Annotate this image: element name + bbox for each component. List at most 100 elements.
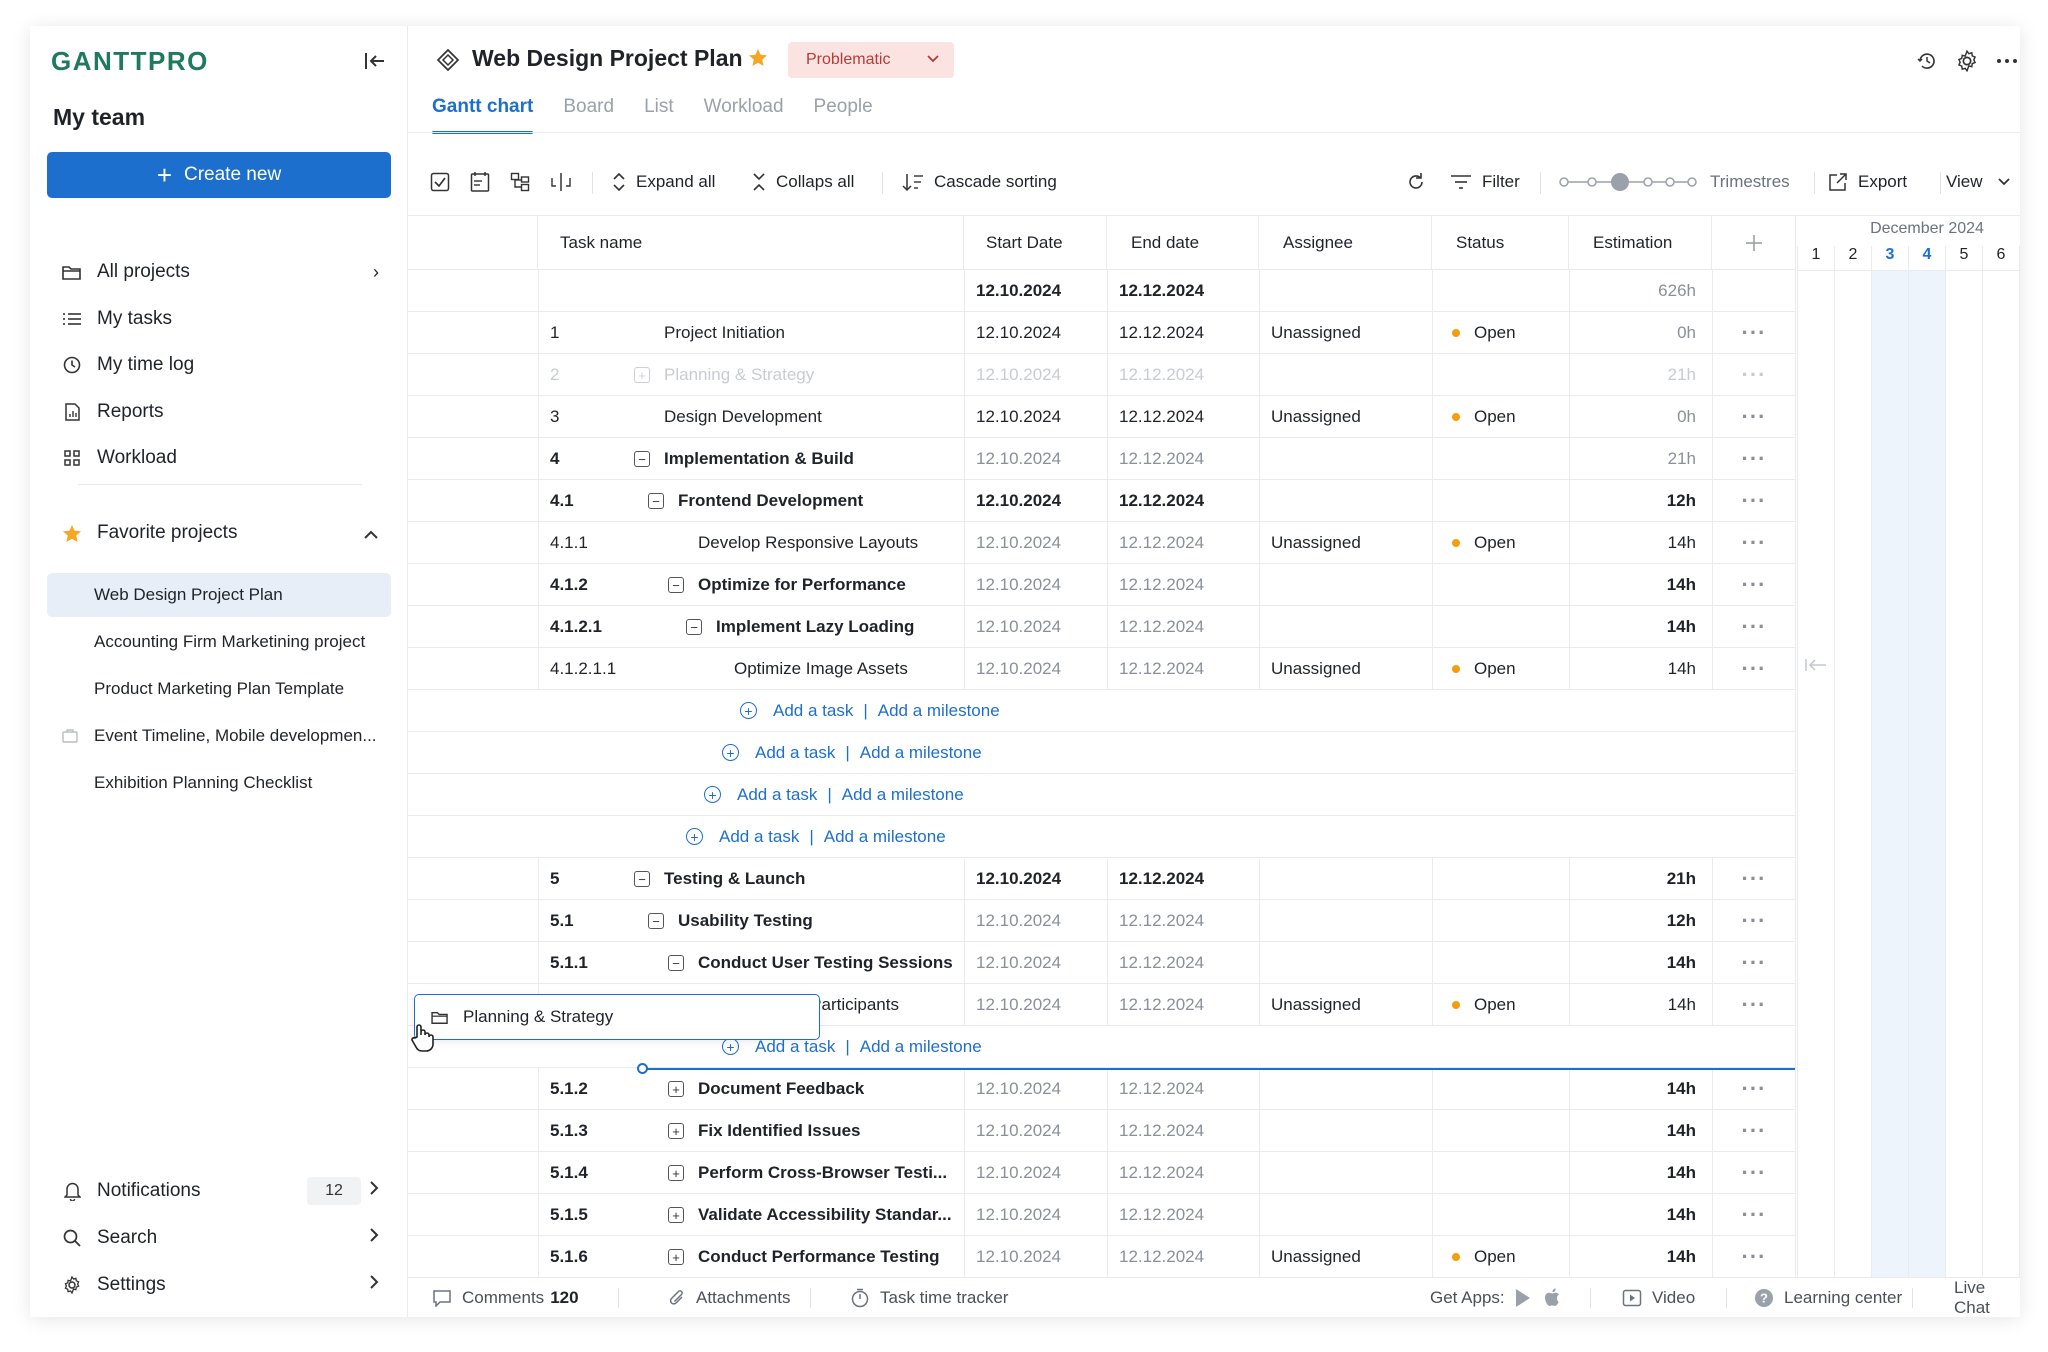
- task-name-cell[interactable]: − Frontend Development: [648, 480, 964, 522]
- learning-center-button[interactable]: ? Learning center: [1754, 1278, 1902, 1317]
- task-row[interactable]: 4− Implementation & Build 12.10.2024 12.12.…: [408, 438, 1795, 480]
- task-assignee[interactable]: [1259, 1152, 1432, 1194]
- add-circle-icon[interactable]: +: [722, 744, 739, 761]
- row-more-menu-icon[interactable]: ···: [1712, 354, 1795, 396]
- task-assignee[interactable]: Unassigned: [1259, 312, 1432, 354]
- add-circle-icon[interactable]: +: [722, 1038, 739, 1055]
- row-more-menu-icon[interactable]: ···: [1712, 522, 1795, 564]
- row-more-menu-icon[interactable]: ···: [1712, 564, 1795, 606]
- favorite-project-item[interactable]: Accounting Firm Marketining project: [47, 620, 391, 664]
- row-more-menu-icon[interactable]: ···: [1712, 312, 1795, 354]
- row-more-menu-icon[interactable]: ···: [1712, 648, 1795, 690]
- task-name-cell[interactable]: − Implement Lazy Loading: [686, 606, 964, 648]
- row-more-menu-icon[interactable]: ···: [1712, 858, 1795, 900]
- task-row[interactable]: 4.1.1 Develop Responsive Layouts 12.10.202…: [408, 522, 1795, 564]
- collapse-icon[interactable]: −: [648, 913, 664, 929]
- collapse-icon[interactable]: −: [634, 451, 650, 467]
- refresh-button[interactable]: [1406, 164, 1436, 200]
- row-more-menu-icon[interactable]: ···: [1712, 396, 1795, 438]
- apple-icon[interactable]: [1544, 1278, 1572, 1317]
- task-assignee[interactable]: [1259, 564, 1432, 606]
- task-name-cell[interactable]: Design Development: [634, 396, 964, 438]
- row-more-menu-icon[interactable]: ···: [1712, 900, 1795, 942]
- task-assignee[interactable]: Unassigned: [1259, 984, 1432, 1026]
- sidebar-item-reports[interactable]: Reports: [47, 391, 391, 433]
- collapse-icon[interactable]: −: [648, 493, 664, 509]
- expand-all-button[interactable]: Expand all: [612, 164, 715, 200]
- task-row[interactable]: 2 + Planning & Strategy 12.10.2024 12.12.202…: [408, 354, 1795, 396]
- google-play-icon[interactable]: [1514, 1278, 1542, 1317]
- task-status[interactable]: Open: [1452, 522, 1569, 564]
- view-dropdown[interactable]: View: [1946, 164, 2011, 200]
- expand-icon[interactable]: +: [668, 1207, 684, 1223]
- favorite-projects-toggle[interactable]: Favorite projects: [47, 513, 391, 553]
- task-status[interactable]: Open: [1452, 1236, 1569, 1278]
- favorite-project-item[interactable]: Exhibition Planning Checklist: [47, 761, 391, 805]
- task-row[interactable]: 1 Project Initiation 12.10.2024 12.12.2024 U…: [408, 312, 1795, 354]
- task-name-cell[interactable]: − Conduct User Testing Sessions: [668, 942, 964, 984]
- task-assignee[interactable]: Unassigned: [1259, 1236, 1432, 1278]
- task-row[interactable]: 5.1− Usability Testing 12.10.2024 12.12.202…: [408, 900, 1795, 942]
- sidebar-item-search[interactable]: Search: [47, 1217, 391, 1259]
- task-assignee[interactable]: [1259, 480, 1432, 522]
- task-row[interactable]: 5.1.6 + Conduct Performance Testing 12.10.2…: [408, 1236, 1795, 1278]
- cascade-sorting-button[interactable]: Cascade sorting: [902, 164, 1057, 200]
- task-name-cell[interactable]: Project Initiation: [634, 312, 964, 354]
- sidebar-item-notifications[interactable]: Notifications 12: [47, 1170, 391, 1212]
- export-button[interactable]: Export: [1828, 164, 1907, 200]
- add-milestone-link[interactable]: Add a milestone: [842, 785, 964, 805]
- add-circle-icon[interactable]: +: [686, 828, 703, 845]
- sidebar-item-my-tasks[interactable]: My tasks: [47, 298, 391, 340]
- collapse-icon[interactable]: −: [686, 619, 702, 635]
- add-milestone-link[interactable]: Add a milestone: [860, 743, 982, 763]
- collapse-sidebar-button[interactable]: [360, 46, 390, 76]
- row-more-menu-icon[interactable]: ···: [1712, 480, 1795, 522]
- sidebar-item-all-projects[interactable]: All projects ›: [47, 251, 391, 293]
- collapse-icon[interactable]: −: [668, 955, 684, 971]
- task-assignee[interactable]: [1259, 606, 1432, 648]
- task-assignee[interactable]: Unassigned: [1259, 396, 1432, 438]
- attachments-button[interactable]: Attachments: [668, 1278, 791, 1317]
- add-task-link[interactable]: Add a task: [755, 743, 835, 763]
- favorite-project-item[interactable]: Event Timeline, Mobile developmen...: [47, 714, 391, 758]
- row-more-menu-icon[interactable]: ···: [1712, 438, 1795, 480]
- task-status[interactable]: Open: [1452, 984, 1569, 1026]
- project-status-dropdown[interactable]: Problematic: [788, 42, 954, 78]
- tab-workload[interactable]: Workload: [704, 96, 784, 132]
- live-chat-button[interactable]: Live Chat: [1954, 1278, 2020, 1317]
- column-header-end-date[interactable]: End date: [1107, 216, 1259, 270]
- task-row[interactable]: 4.1− Frontend Development 12.10.2024 12.12.…: [408, 480, 1795, 522]
- row-more-menu-icon[interactable]: ···: [1712, 1068, 1795, 1110]
- dragged-task-ghost[interactable]: Planning & Strategy: [411, 994, 820, 1052]
- add-task-link[interactable]: Add a task: [719, 827, 799, 847]
- task-name-cell[interactable]: − Usability Testing: [648, 900, 964, 942]
- tab-gantt-chart[interactable]: Gantt chart: [432, 96, 534, 134]
- add-task-link[interactable]: Add a task: [737, 785, 817, 805]
- collapse-icon[interactable]: −: [634, 871, 650, 887]
- task-row[interactable]: 5.1.5 + Validate Accessibility Standar... 1…: [408, 1194, 1795, 1236]
- column-header-estimation[interactable]: Estimation: [1569, 216, 1712, 270]
- task-row[interactable]: 4.1.2 − Optimize for Performance 12.10.2024…: [408, 564, 1795, 606]
- collapse-icon[interactable]: −: [668, 577, 684, 593]
- task-row[interactable]: 4.1.2.1.1 Optimize Image Assets 12.10.2024…: [408, 648, 1795, 690]
- task-row[interactable]: 5.1.2 + Document Feedback 12.10.2024 12.12.2…: [408, 1068, 1795, 1110]
- task-time-tracker-button[interactable]: Task time tracker: [850, 1278, 1008, 1317]
- task-name-cell[interactable]: − Optimize for Performance: [668, 564, 964, 606]
- add-circle-icon[interactable]: +: [704, 786, 721, 803]
- split-columns-icon[interactable]: [550, 164, 582, 200]
- task-assignee[interactable]: [1259, 942, 1432, 984]
- task-row[interactable]: 4.1.2.1 − Implement Lazy Loading 12.10.2024…: [408, 606, 1795, 648]
- calendar-settings-icon[interactable]: [470, 164, 500, 200]
- settings-icon[interactable]: [1954, 48, 1980, 74]
- comments-button[interactable]: Comments 120: [432, 1278, 579, 1317]
- task-name-cell[interactable]: Develop Responsive Layouts: [668, 522, 964, 564]
- task-name-cell[interactable]: + Validate Accessibility Standar...: [668, 1194, 964, 1236]
- task-assignee[interactable]: [1259, 1110, 1432, 1152]
- favorite-project-item[interactable]: Product Marketing Plan Template: [47, 667, 391, 711]
- task-assignee[interactable]: [1259, 438, 1432, 480]
- task-assignee[interactable]: [1259, 1068, 1432, 1110]
- column-header-assignee[interactable]: Assignee: [1259, 216, 1432, 270]
- task-row[interactable]: 5.1.1 − Conduct User Testing Sessions 12.10…: [408, 942, 1795, 984]
- create-new-button[interactable]: + Create new: [47, 152, 391, 198]
- task-assignee[interactable]: [1259, 354, 1432, 396]
